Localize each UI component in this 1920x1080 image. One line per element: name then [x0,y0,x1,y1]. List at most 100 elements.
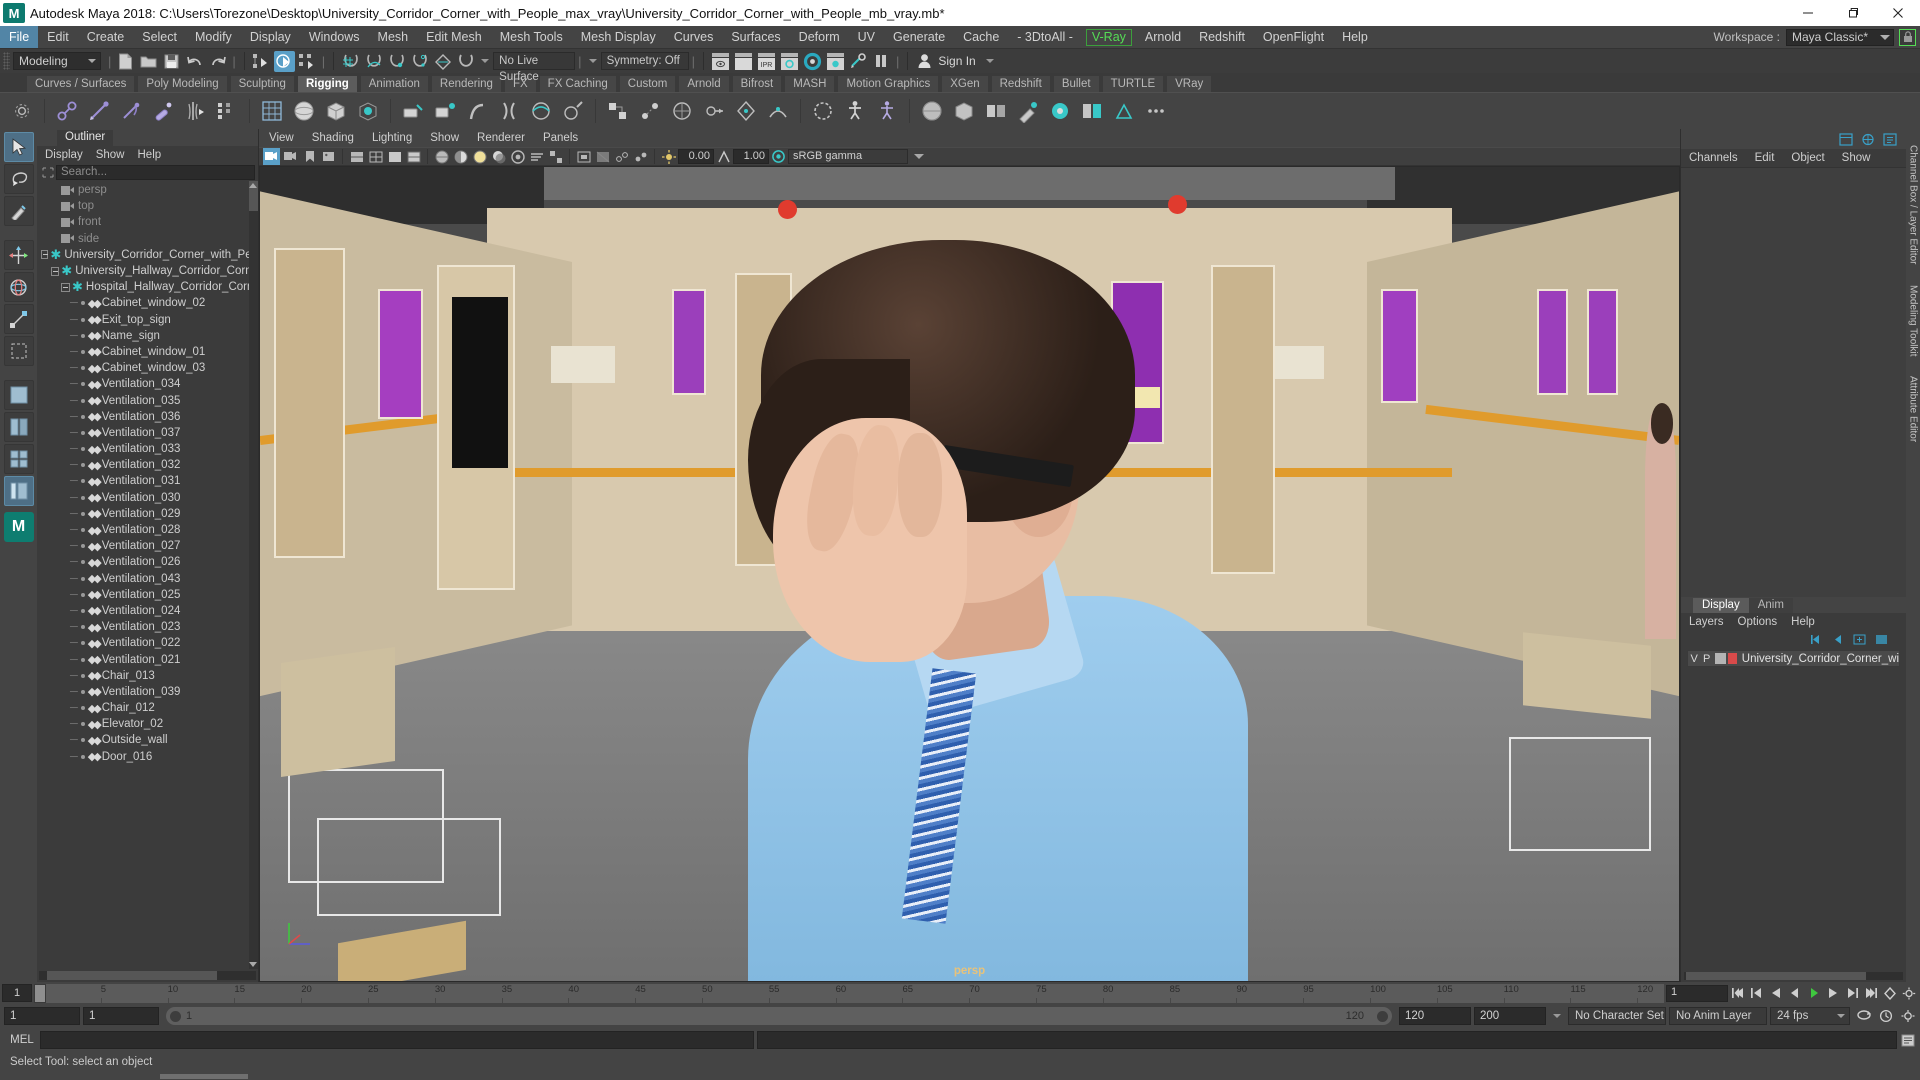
light-editor-icon[interactable] [848,51,869,72]
range-start-field[interactable]: 1 [83,1007,159,1025]
snap-curve-icon[interactable] [363,51,384,72]
menu-select[interactable]: Select [133,26,186,48]
animation-prefs-icon[interactable] [1900,1008,1916,1024]
menu-edit-mesh[interactable]: Edit Mesh [417,26,491,48]
outliner-item[interactable]: top [37,198,258,214]
menu-curves[interactable]: Curves [665,26,723,48]
smooth-shade-icon[interactable] [386,148,403,165]
shelf-tab-sculpting[interactable]: Sculpting [229,75,295,92]
layout-four-pane-icon[interactable] [3,444,34,474]
render-setup-icon[interactable] [825,51,846,72]
outliner-menu-help[interactable]: Help [138,149,162,161]
deformer-cube-icon[interactable] [322,97,350,125]
shelf-tab-rendering[interactable]: Rendering [430,75,502,92]
vtab-modeling-toolkit[interactable]: Modeling Toolkit [1908,285,1919,357]
shelf-tab-rigging[interactable]: Rigging [296,75,358,92]
channelbox-menu-object[interactable]: Object [1791,152,1824,164]
minimize-button[interactable] [1785,0,1830,26]
step-back-keyframe-icon[interactable] [1748,984,1766,1002]
layer-first-icon[interactable] [1807,632,1824,647]
hypershade-icon[interactable] [802,51,823,72]
wire-deformer-icon[interactable] [527,97,555,125]
shelf-tab-curves-surfaces[interactable]: Curves / Surfaces [26,75,136,92]
save-scene-icon[interactable] [161,51,182,72]
outliner-vertical-scrollbar[interactable] [249,181,258,969]
shelf-tab-redshift[interactable]: Redshift [990,75,1051,92]
shelf-settings-icon[interactable] [8,97,36,125]
constraint-aim-icon[interactable] [700,97,728,125]
isolate-select-icon[interactable] [575,148,592,165]
quick-rig-icon[interactable] [873,97,901,125]
scroll-up-arrow[interactable] [249,183,257,188]
color-profile-field[interactable]: sRGB gamma [788,149,908,164]
constraint-pole-vector-icon[interactable] [732,97,760,125]
textured-sphere-icon[interactable] [433,148,450,165]
multisample-icon[interactable] [547,148,564,165]
shelf-tab-bifrost[interactable]: Bifrost [731,75,783,92]
outliner-item[interactable]: ✱ Hospital_Hallway_Corridor_Corn [37,279,258,295]
loop-playback-icon[interactable] [1856,1008,1872,1024]
playback-speed-dropdown[interactable]: 24 fps [1770,1007,1850,1025]
shelf-tab-bullet[interactable]: Bullet [1052,75,1100,92]
xray-active-icon[interactable] [632,148,649,165]
outliner-item[interactable]: ─ ◆◆ Cabinet_window_02 [37,295,258,311]
xray-icon[interactable] [594,148,611,165]
outliner-search-input[interactable]: Search... [56,165,255,180]
animation-end-field[interactable]: 200 [1474,1007,1546,1025]
ipr-render-icon[interactable]: IPR [756,51,777,72]
gamma-icon[interactable] [715,148,732,165]
layer-menu-help[interactable]: Help [1791,616,1815,628]
outliner-item[interactable]: ─ ◆◆ Ventilation_021 [37,651,258,667]
play-backwards-icon[interactable] [1786,984,1804,1002]
range-chevron-icon[interactable] [1553,1014,1561,1018]
select-hierarchy-icon[interactable] [251,51,272,72]
shelf-tab-custom[interactable]: Custom [618,75,677,92]
constraint-parent-icon[interactable] [604,97,632,125]
viewport-menu-shading[interactable]: Shading [312,132,354,144]
outliner-menu-display[interactable]: Display [45,149,83,161]
layer-tab-display[interactable]: Display [1693,598,1749,613]
menu-edit[interactable]: Edit [38,26,78,48]
create-joint-icon[interactable] [53,97,81,125]
channelbox-menu-edit[interactable]: Edit [1755,152,1775,164]
ik-spline-handle-icon[interactable] [117,97,145,125]
snap-point-icon[interactable] [386,51,407,72]
insert-joint-icon[interactable] [149,97,177,125]
outliner-item[interactable]: ✱ University_Hallway_Corridor_Corne [37,263,258,279]
paint-select-tool-icon[interactable] [3,196,34,226]
layout-outliner-persp-icon[interactable] [3,476,34,506]
outliner-item[interactable]: ─ ◆◆ Ventilation_032 [37,457,258,473]
cluster-icon[interactable] [399,97,427,125]
copy-weights-icon[interactable] [1110,97,1138,125]
create-ik-handle-icon[interactable] [85,97,113,125]
bind-skin-icon[interactable] [181,97,209,125]
rotate-tool-icon[interactable] [3,272,34,302]
maximize-button[interactable] [1830,0,1875,26]
scale-tool-icon[interactable] [3,304,34,334]
select-component-icon[interactable] [297,51,318,72]
menu-help[interactable]: Help [1333,26,1377,48]
menu-deform[interactable]: Deform [790,26,849,48]
modeling-toolkit-toggle-icon[interactable] [1860,131,1876,147]
menu-arnold[interactable]: Arnold [1136,26,1190,48]
chevron-down-icon[interactable] [985,59,994,63]
poly-sphere-icon[interactable] [918,97,946,125]
layer-playback-toggle[interactable]: P [1700,653,1712,665]
range-end-field[interactable]: 120 [1399,1007,1471,1025]
layer-menu-layers[interactable]: Layers [1689,616,1724,628]
lasso-tool-icon[interactable] [3,164,34,194]
outliner-item[interactable]: ─ ◆◆ Ventilation_031 [37,473,258,489]
outliner-item[interactable]: ─ ◆◆ Ventilation_022 [37,635,258,651]
menu-display[interactable]: Display [241,26,300,48]
layer-list[interactable]: V P University_Corridor_Corner_wi [1681,648,1906,970]
layer-menu-options[interactable]: Options [1738,616,1778,628]
outliner-item[interactable]: ─ ◆◆ Ventilation_029 [37,506,258,522]
paint-skin-weights-icon[interactable] [213,97,241,125]
outliner-item[interactable]: ─ ◆◆ Ventilation_026 [37,554,258,570]
constraint-geometry-icon[interactable] [764,97,792,125]
deformer-sphere-icon[interactable] [290,97,318,125]
mirror-weights-icon[interactable] [1078,97,1106,125]
channel-box-toggle-icon[interactable] [1838,131,1854,147]
viewport-menu-show[interactable]: Show [430,132,459,144]
ambient-occlusion-icon[interactable] [509,148,526,165]
